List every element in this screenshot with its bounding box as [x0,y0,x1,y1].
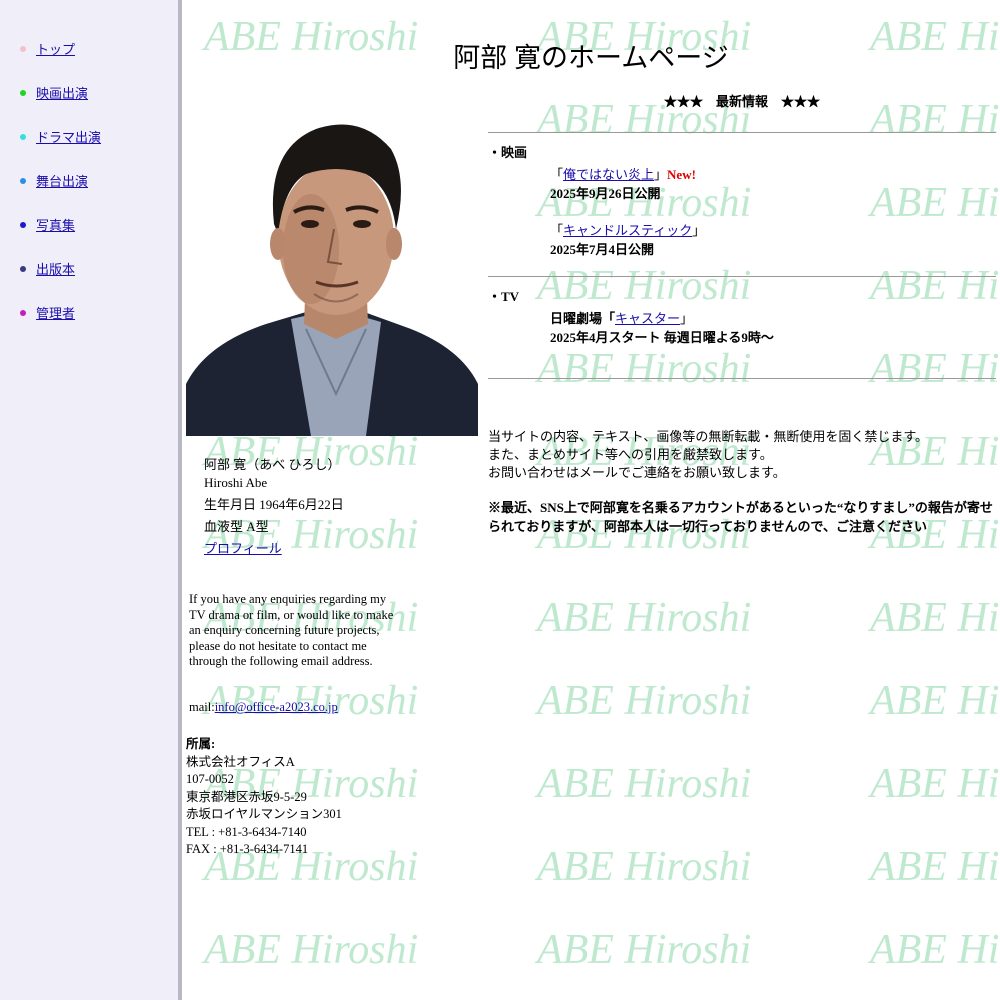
bullet-dot-icon [20,222,26,228]
tv-link[interactable]: キャスター [615,311,680,326]
copyright-notice: 当サイトの内容、テキスト、画像等の無断転載・無断使用を固く禁じます。 また、まと… [488,428,1000,482]
page-title: 阿部 寛のホームページ [453,43,729,73]
new-badge: New! [667,167,696,182]
portrait-photo [186,94,478,436]
release-date: 2025年7月4日公開 [550,242,655,257]
company-address-2: 赤坂ロイヤルマンション301 [186,807,342,821]
tv-prefix: 日曜劇場「 [550,311,616,326]
bracket-close: 」 [680,311,694,326]
divider [488,378,996,379]
nav-link-movies[interactable]: 映画出演 [36,84,88,104]
bullet-dot-icon [20,46,26,52]
release-date: 2025年9月26日公開 [550,186,661,201]
company-name: 株式会社オフィスA [186,754,295,769]
bracket-open: 「 [550,167,564,182]
company-info: 所属: 株式会社オフィスA 107-0052 東京都港区赤坂9-5-29 赤坂ロ… [186,736,342,859]
movie-link-2[interactable]: キャンドルスティック [563,223,692,238]
bullet-dot-icon [20,90,26,96]
bullet-dot-icon [20,134,26,140]
name-japanese: 阿部 寛（あべ ひろし） [204,457,341,472]
nav-link-dramas[interactable]: ドラマ出演 [36,128,101,148]
company-postal: 107-0052 [186,772,234,786]
notice-line-1: 当サイトの内容、テキスト、画像等の無断転載・無断使用を固く禁じます。 [488,429,929,444]
enquiry-text: If you have any enquiries regarding my T… [189,592,394,668]
bracket-close: 」 [692,223,706,238]
notice-line-2: また、まとめサイト等への引用を厳禁致します。 [488,447,773,462]
nav-link-top[interactable]: トップ [36,40,75,60]
news-item: 「キャンドルスティック」 2025年7月4日公開 [488,221,996,259]
company-address-1: 東京都港区赤坂9-5-29 [186,789,307,804]
news-section: ★★★ 最新情報 ★★★ ・映画 「俺ではない炎上」New! 2025年9月26… [488,90,996,379]
divider [488,276,996,277]
movie-link-1[interactable]: 俺ではない炎上 [563,167,654,182]
bullet-dot-icon [20,178,26,184]
nav-link-photobook[interactable]: 写真集 [36,216,75,236]
news-category-movie: ・映画 [488,145,528,160]
bullet-dot-icon [20,310,26,316]
nav-link-stage[interactable]: 舞台出演 [36,172,88,192]
company-label: 所属: [186,737,216,751]
main-frame: ABE HiroshiABE HiroshiABE HiroshiABE Hir… [182,0,1000,1000]
news-item: 日曜劇場「キャスター」 2025年4月スタート 毎週日曜よる9時～ [488,309,996,347]
company-tel: TEL : +81-3-6434-7140 [186,824,307,839]
blood-type: 血液型 A型 [204,519,269,534]
news-item: 「俺ではない炎上」New! 2025年9月26日公開 [488,165,996,203]
mail-prefix: mail: [189,700,215,714]
news-heading: ★★★ 最新情報 ★★★ [663,94,820,109]
side-navigation: トップ 映画出演 ドラマ出演 舞台出演 写真集 出版本 管理者 [0,0,182,1000]
mail-link[interactable]: info@office-a2023.co.jp [215,700,338,714]
company-fax: FAX : +81-3-6434-7141 [186,842,309,856]
bracket-close: 」 [654,167,668,182]
impersonation-warning: ※最近、SNS上で阿部寛を名乗るアカウントがあるといった“なりすまし”の報告が寄… [488,500,993,534]
bullet-dot-icon [20,266,26,272]
notice-line-3: お問い合わせはメールでご連絡をお願い致します。 [488,465,786,480]
divider [488,132,996,133]
main-content: 阿部 寛のホームページ 阿部 寛（あべ ひろし） Hiroshi Abe 生年月… [182,0,1000,1000]
bracket-open: 「 [550,223,564,238]
profile-link[interactable]: プロフィール [204,541,282,556]
name-english: Hiroshi Abe [204,475,268,490]
nav-link-books[interactable]: 出版本 [36,260,75,280]
nav-link-admin[interactable]: 管理者 [36,304,75,324]
mail-line: mail:info@office-a2023.co.jp [189,700,338,715]
profile-info: 阿部 寛（あべ ひろし） Hiroshi Abe 生年月日 1964年6月22日… [204,456,344,562]
news-category-tv: ・TV [488,289,520,304]
broadcast-date: 2025年4月スタート 毎週日曜よる9時～ [550,330,774,345]
birthday: 生年月日 1964年6月22日 [204,497,344,512]
